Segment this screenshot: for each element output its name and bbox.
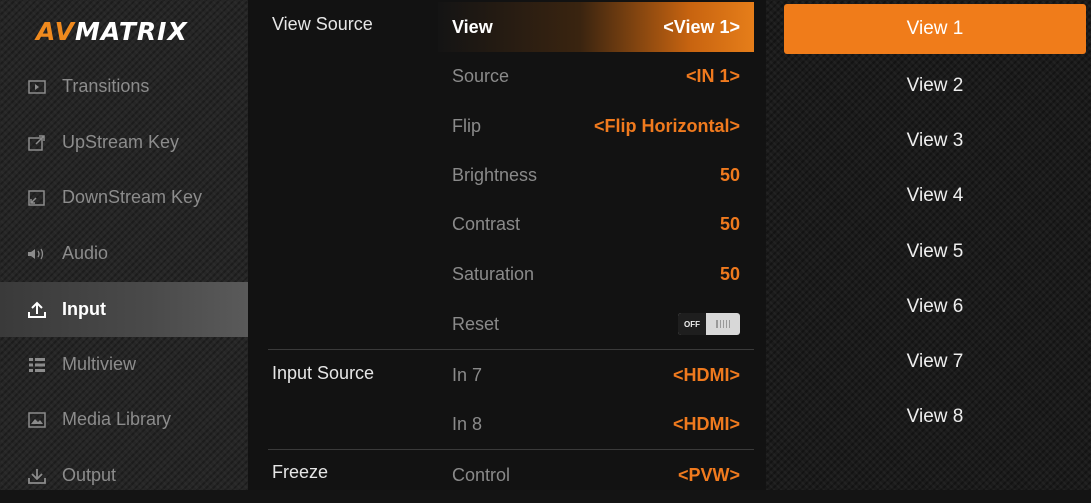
sidebar-item-downstream-key[interactable]: DownStream Key [0,170,248,225]
reset-label: Reset [452,313,500,334]
avmatrix-logo: AVMATRIX [36,17,188,46]
source-label: Source [452,65,510,86]
sidebar-item-label: Input [62,299,106,319]
brightness-value[interactable]: 50 [720,165,754,186]
flip-row[interactable]: Flip <Flip Horizontal> [438,101,754,151]
image-icon [26,410,48,430]
sidebar-item-label: Transitions [62,76,150,96]
flip-label: Flip [452,115,482,136]
downstream-key-icon [26,188,48,208]
sidebar-item-media-library[interactable]: Media Library [0,392,248,447]
saturation-row[interactable]: Saturation 50 [438,249,754,299]
in8-value[interactable]: <HDMI> [673,414,754,435]
contrast-value[interactable]: 50 [720,214,754,235]
section-title-freeze: Freeze [272,462,329,482]
toggle-grip-icon [706,320,740,328]
view-option-5[interactable]: View 5 [784,226,1086,278]
sidebar-item-input[interactable]: Input [0,282,266,337]
sidebar-item-transitions[interactable]: Transitions [0,59,248,114]
sidebar-item-upstream-key[interactable]: UpStream Key [0,115,248,170]
view-row[interactable]: View <View 1> [438,2,754,52]
saturation-label: Saturation [452,263,535,284]
source-value[interactable]: <IN 1> [686,66,754,87]
flip-value[interactable]: <Flip Horizontal> [594,116,754,137]
reset-toggle[interactable]: OFF [678,313,740,335]
view-option-7[interactable]: View 7 [784,336,1086,388]
control-row[interactable]: Control <PVW> [438,450,754,500]
sidebar-item-label: Media Library [62,409,172,429]
view-option-2[interactable]: View 2 [784,60,1086,112]
sidebar-item-label: Multiview [62,354,137,374]
contrast-row[interactable]: Contrast 50 [438,199,754,249]
saturation-value[interactable]: 50 [720,264,754,285]
view-option-4[interactable]: View 4 [784,170,1086,222]
in8-row[interactable]: In 8 <HDMI> [438,399,754,449]
sidebar-item-label: UpStream Key [62,132,180,152]
sidebar-item-output[interactable]: Output [0,448,248,503]
section-title-input-source: Input Source [272,363,375,383]
toggle-off-text: OFF [678,313,706,335]
sidebar-item-audio[interactable]: Audio [0,226,248,281]
view-label: View [452,16,493,37]
download-icon [26,466,48,486]
sidebar-item-label: Output [62,465,117,485]
upload-icon [26,300,48,320]
settings-panel: View Source View <View 1> Source <IN 1> … [248,0,766,490]
section-title-view-source: View Source [272,14,373,34]
transitions-icon [26,77,48,97]
brightness-label: Brightness [452,164,538,185]
in7-row[interactable]: In 7 <HDMI> [438,350,754,400]
view-option-3[interactable]: View 3 [784,115,1086,167]
view-option-6[interactable]: View 6 [784,281,1086,333]
upstream-key-icon [26,133,48,153]
contrast-label: Contrast [452,213,521,234]
brightness-row[interactable]: Brightness 50 [438,150,754,200]
in8-label: In 8 [452,413,483,434]
view-value[interactable]: <View 1> [663,17,754,38]
sidebar-item-label: Audio [62,243,109,263]
speaker-icon [26,244,48,264]
source-row[interactable]: Source <IN 1> [438,51,754,101]
reset-row[interactable]: Reset OFF [438,299,754,349]
view-option-8[interactable]: View 8 [784,391,1086,443]
in7-value[interactable]: <HDMI> [673,365,754,386]
sidebar-item-label: DownStream Key [62,187,203,207]
in7-label: In 7 [452,364,483,385]
sidebar: AVMATRIX Transitions UpStream Key DownSt… [0,0,266,490]
control-label: Control [452,464,511,485]
control-value[interactable]: <PVW> [678,465,754,486]
list-icon [26,355,48,375]
view-list: View 1 View 2 View 3 View 4 View 5 View … [766,0,1091,490]
sidebar-item-multiview[interactable]: Multiview [0,337,248,392]
view-option-1[interactable]: View 1 [784,4,1086,54]
